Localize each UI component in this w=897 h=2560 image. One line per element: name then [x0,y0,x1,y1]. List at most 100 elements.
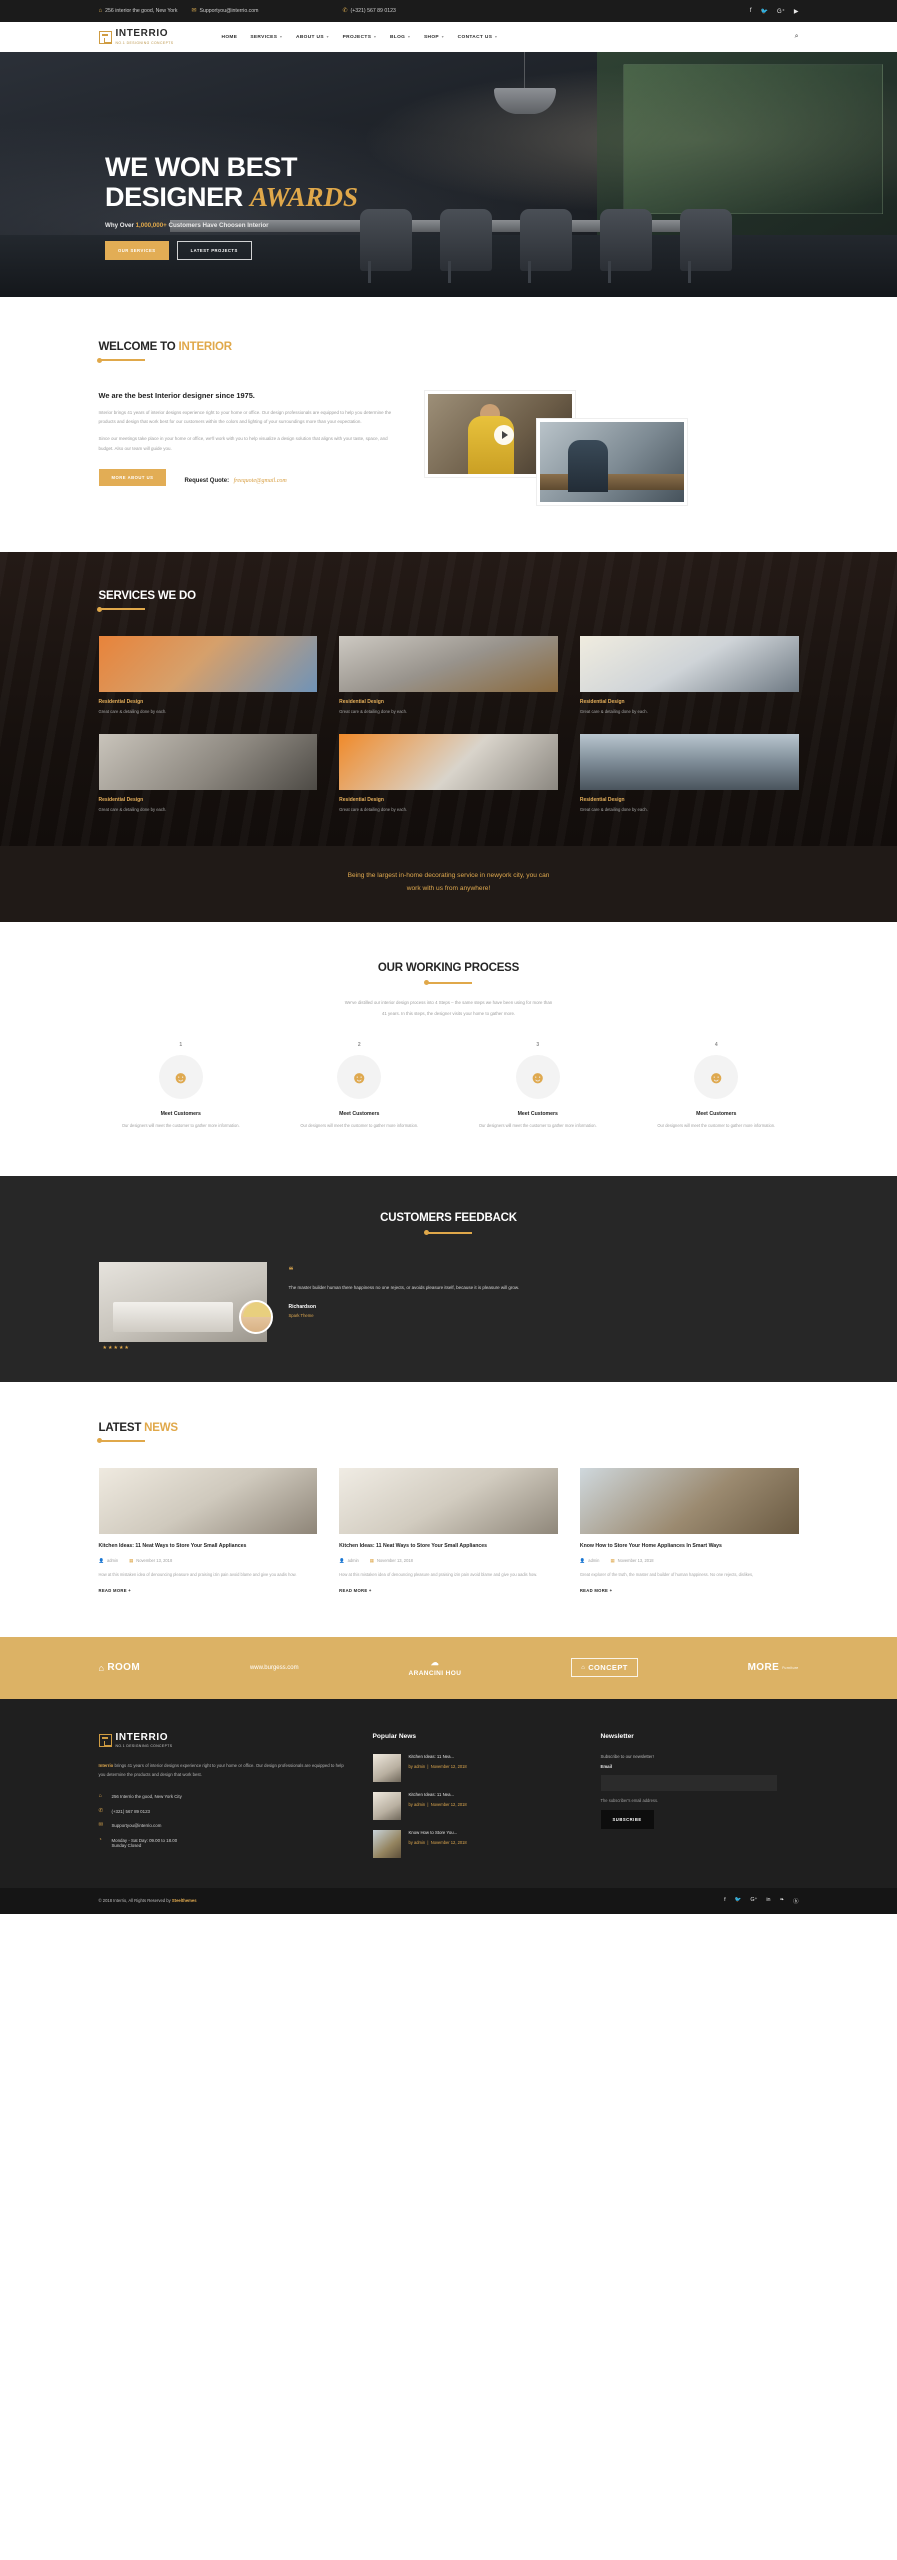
step-number: 1 [179,1042,183,1049]
nav-item-shop[interactable]: SHOP ▼ [424,35,445,40]
brand-logo-concept: ⌂ CONCEPT [571,1658,638,1678]
topbar-email-text: Supportyou@interrio.com [199,8,259,14]
topbar-socials: f 🐦 G⁺ ▶ [750,8,799,15]
hero-slider: WE WON BEST DESIGNER AWARDS Why Over 1,0… [0,52,897,297]
step-title: Meet Customers [517,1111,558,1118]
footer-contact-address: ⌂ 256 Interrio the good, New York City [98,1792,182,1799]
brand-logo-arancini: ☁ ARANCINI HOU [408,1658,462,1678]
hero-heading-line2: DESIGNER [105,182,243,213]
nav-item-contact-us[interactable]: CONTACT US ▼ [458,35,498,40]
nav-item-about-us[interactable]: ABOUT US ▼ [296,35,330,40]
house-outline-icon: ⌂ [581,1664,586,1671]
read-more-link[interactable]: READ MORE + [339,1588,558,1593]
cta-banner-line1: Being the largest in-home decorating ser… [347,872,550,879]
customers-feedback-section: CUSTOMERS FEEDBACK ★★★★★ ❝ The master bu… [0,1175,897,1382]
step-number: 2 [357,1042,361,1049]
footer-contact-hours: ◔ Monday - Sat Day: 09.00 to 18.00 Sunda… [98,1837,178,1849]
site-logo[interactable]: INTERRIO NO.1 DESIGNING CONCEPTS [98,29,174,45]
step-desc: Our designers will meet the customer to … [478,1123,597,1129]
nav-item-projects[interactable]: PROJECTS ▼ [343,35,377,40]
google-plus-icon[interactable]: G⁺ [750,1897,757,1905]
hero-chair [680,209,732,283]
title-underline [96,606,145,612]
news-card-title: Know How to Store Your Home Appliances I… [579,1542,722,1549]
play-icon[interactable] [493,425,514,445]
popular-news-item[interactable]: Kitchen Ideas: 11 Nea... by admin | Nove… [372,1753,573,1782]
logo-mark-icon [98,1733,112,1747]
step-desc: Our designers will meet the customer to … [657,1123,776,1129]
service-card[interactable]: Residential Design Great care & detailin… [98,636,318,714]
news-card[interactable]: Kitchen Ideas: 11 Neat Ways to Store You… [339,1467,558,1593]
welcome-paragraph-2: Since our meetings take place in your ho… [98,436,388,451]
service-title: Residential Design [579,699,625,705]
youtube-icon[interactable]: ▶ [794,8,799,15]
hero-chair [600,209,652,283]
news-card[interactable]: Kitchen Ideas: 11 Neat Ways to Store You… [98,1467,318,1593]
service-desc: Great care & detailing done by each. [579,807,648,812]
brand-logo-room: ⌂ ROOM [98,1662,141,1674]
news-date: November 13, 2018 [136,1558,173,1564]
hero-heading: WE WON BEST DESIGNER AWARDS [105,152,358,212]
nav-item-home[interactable]: HOME [222,35,238,40]
linkedin-icon[interactable]: in [766,1897,770,1905]
twitter-icon[interactable]: 🐦 [735,1897,742,1905]
cta-banner: Being the largest in-home decorating ser… [0,846,897,922]
more-about-us-button[interactable]: MORE ABOUT US [98,469,167,487]
request-quote-email[interactable]: freequote@gmail.com [234,478,287,484]
hero-buttons: OUR SERVICES LATEST PROJECTS [105,241,358,261]
process-step: 1 ☻ Meet Customers Our designers will me… [99,1042,264,1130]
services-grid: Residential Design Great care & detailin… [98,636,799,812]
service-card[interactable]: Residential Design Great care & detailin… [579,734,799,812]
hero-window-glass [623,64,883,214]
popular-news-list: Kitchen Ideas: 11 Nea... by admin | Nove… [372,1753,573,1858]
service-thumbnail [579,734,799,790]
service-card[interactable]: Residential Design Great care & detailin… [339,734,558,812]
footer-contact-email[interactable]: ✉ Supportyou@interrio.com [99,1823,345,1829]
facebook-icon[interactable]: f [724,1897,726,1905]
service-card[interactable]: Residential Design Great care & detailin… [339,636,558,714]
news-thumbnail [98,1467,318,1534]
behance-icon[interactable]: ⓑ [793,1897,798,1905]
service-card[interactable]: Residential Design Great care & detailin… [98,734,318,812]
process-lead-1: We've distilled our interior design proc… [344,999,553,1005]
chevron-down-icon: ▼ [279,35,284,39]
rss-icon[interactable]: ❧ [780,1897,785,1905]
hero-heading-line1: WE WON BEST [105,152,298,182]
read-more-link[interactable]: READ MORE + [99,1588,318,1593]
service-thumbnail [339,734,558,790]
topbar-phone[interactable]: ✆ (+321) 567 89 0123 [342,8,395,14]
service-card[interactable]: Residential Design Great care & detailin… [579,636,799,714]
popular-news-item[interactable]: Know How to Store You... by admin | Nove… [372,1829,573,1858]
twitter-icon[interactable]: 🐦 [761,8,768,15]
hero-subtitle: Why Over 1,000,000+ Customers Have Choos… [105,222,269,230]
hero-chair [440,209,492,283]
facebook-icon[interactable]: f [750,8,752,14]
footer-logo[interactable]: INTERRIO NO.1 DESIGNING CONCEPTS [98,1732,345,1748]
brand-logo-more: MORE Furniture [747,1662,799,1674]
nav-item-blog[interactable]: BLOG ▼ [390,35,411,40]
step-number: 4 [714,1042,718,1049]
our-services-button[interactable]: OUR SERVICES [105,241,169,261]
service-thumbnail [98,734,318,790]
latest-projects-button[interactable]: LATEST PROJECTS [176,241,252,261]
popular-news-item[interactable]: Kitchen Ideas: 11 Nea... by admin | Nove… [372,1791,573,1820]
hero-chair [360,209,412,283]
topbar-email[interactable]: ✉ Supportyou@interrio.com [192,8,259,14]
subscribe-button[interactable]: SUBSCRIBE [600,1809,654,1829]
nav-item-services[interactable]: SERVICES ▼ [250,35,283,40]
copyright-socials: f 🐦 G⁺ in ❧ ⓑ [724,1897,798,1905]
read-more-link[interactable]: READ MORE + [580,1588,799,1593]
footer-contact-phone[interactable]: ✆ (+321) 567 89 0123 [99,1808,345,1815]
newsletter-email-input[interactable] [600,1774,777,1791]
chevron-down-icon: ▼ [407,35,411,39]
news-title: LATEST NEWS [98,1421,179,1434]
process-step: 2 ☻ Meet Customers Our designers will me… [277,1042,442,1130]
process-step: 4 ☻ Meet Customers Our designers will me… [634,1042,799,1130]
google-plus-icon[interactable]: G⁺ [777,8,785,15]
popular-news-item-meta: by admin | November 12, 2018 [408,1763,467,1769]
top-bar: ⌂ 256 interior the good, New York ✉ Supp… [0,0,897,22]
news-card[interactable]: Know How to Store Your Home Appliances I… [579,1467,799,1593]
search-icon[interactable]: ⌕ [795,33,799,41]
newsletter-title: Newsletter [600,1732,634,1740]
chevron-down-icon: ▼ [494,35,498,39]
